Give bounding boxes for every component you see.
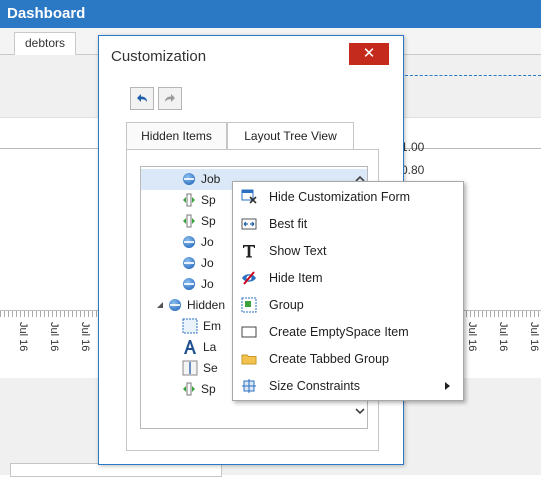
submenu-arrow-icon: [445, 382, 450, 390]
tree-item-label: Jo: [201, 277, 214, 291]
chart-x-tick-label: Jul 16: [466, 322, 478, 352]
layout-item-icon: [169, 299, 181, 311]
menu-item-label: Size Constraints: [269, 379, 361, 393]
menu-item-label: Create Tabbed Group: [269, 352, 389, 366]
layout-item-icon: [183, 236, 195, 248]
menu-item-create-tabbed-group[interactable]: Create Tabbed Group: [234, 346, 462, 372]
menu-item-size-constraints[interactable]: Size Constraints: [234, 373, 462, 399]
menu-item-group[interactable]: Group: [234, 292, 462, 318]
chart-x-tick-label: Jul 16: [497, 322, 509, 352]
tree-item-label: Se: [203, 361, 218, 375]
tree-item-label: Hidden: [187, 298, 226, 312]
undo-button[interactable]: [130, 87, 154, 110]
folder-icon: [241, 354, 257, 365]
menu-item-show-text[interactable]: Show Text: [234, 238, 462, 264]
label-icon: [184, 340, 196, 354]
empty-space-icon: [241, 326, 257, 338]
panel-divider: [400, 75, 541, 76]
menu-item-label: Show Text: [269, 244, 327, 258]
show-text-icon: [243, 245, 255, 258]
tab-debtors[interactable]: debtors: [14, 32, 77, 55]
tree-item-label: La: [203, 340, 217, 354]
menu-item-label: Hide Customization Form: [269, 190, 411, 204]
layout-item-icon: [183, 257, 195, 269]
chart-x-tick-label: Jul 16: [48, 322, 60, 352]
menu-item-label: Create EmptySpace Item: [269, 325, 409, 339]
tree-item-label: Jo: [201, 235, 214, 249]
tab-hidden-items[interactable]: Hidden Items: [126, 122, 227, 150]
splitter-icon: [183, 382, 195, 396]
chart-gridline: [0, 148, 100, 149]
group-icon: [241, 297, 257, 313]
tree-item-label: Em: [203, 319, 221, 333]
menu-item-label: Best fit: [269, 217, 308, 231]
close-button[interactable]: ✕: [349, 43, 389, 65]
chart-y-label: 1.00: [401, 140, 425, 154]
layout-item-icon: [183, 173, 195, 185]
splitter-icon: [183, 214, 195, 228]
chart-y-label: 0.80: [401, 163, 425, 177]
menu-item-best-fit[interactable]: Best fit: [234, 211, 462, 237]
undo-icon: [137, 94, 147, 102]
scroll-down-icon[interactable]: [352, 403, 368, 419]
tab-layout-tree-view[interactable]: Layout Tree View: [227, 122, 354, 150]
layout-item-icon: [183, 278, 195, 290]
separator-icon: [182, 360, 198, 376]
context-menu: Hide Customization Form Best fit Show Te…: [232, 181, 464, 401]
dashboard-title-bar: Dashboard: [0, 0, 541, 28]
menu-item-label: Group: [269, 298, 304, 312]
customization-title: Customization: [111, 48, 207, 65]
redo-icon: [165, 94, 175, 102]
chart-x-ticks: [0, 311, 100, 317]
menu-item-hide-customization-form[interactable]: Hide Customization Form: [234, 184, 462, 210]
menu-item-label: Hide Item: [269, 271, 323, 285]
hide-form-icon: [241, 189, 257, 204]
collapse-icon[interactable]: [155, 300, 165, 310]
dashboard-title: Dashboard: [7, 5, 86, 22]
splitter-icon: [183, 193, 195, 207]
tree-item-label: Job: [201, 172, 221, 186]
chart-x-tick-label: Jul 16: [528, 322, 540, 352]
chart-x-tick-label: Jul 16: [79, 322, 91, 352]
tree-item-label: Jo: [201, 256, 214, 270]
best-fit-icon: [241, 218, 257, 230]
size-constraints-icon: [242, 379, 256, 393]
chart-x-tick-label: Jul 16: [17, 322, 29, 352]
menu-item-hide-item[interactable]: Hide Item: [234, 265, 462, 291]
redo-button[interactable]: [158, 87, 182, 110]
menu-item-create-emptyspace-item[interactable]: Create EmptySpace Item: [234, 319, 462, 345]
tree-item-label: Sp: [201, 214, 216, 228]
hide-item-icon: [242, 271, 256, 285]
tree-item-label: Sp: [201, 193, 216, 207]
empty-space-icon: [182, 318, 198, 334]
tree-item-label: Sp: [201, 382, 216, 396]
